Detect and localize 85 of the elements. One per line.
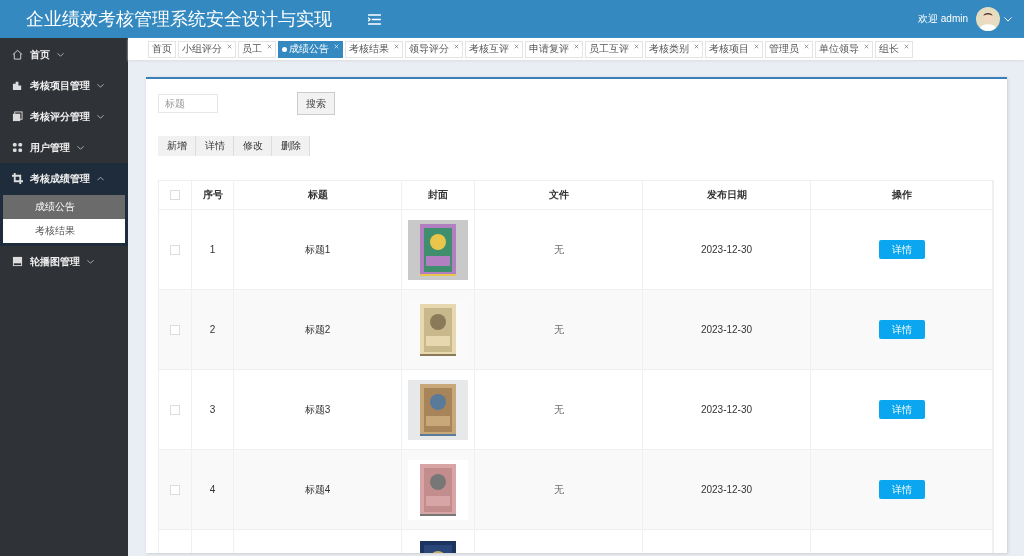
table-cell: 无: [553, 482, 564, 497]
close-icon[interactable]: [864, 43, 869, 49]
tab[interactable]: 单位领导: [815, 40, 873, 58]
close-icon[interactable]: [514, 43, 519, 49]
sidebar-item[interactable]: 首页: [0, 39, 128, 70]
caret-icon[interactable]: [1004, 16, 1012, 22]
table-cell: 2023-12-30: [700, 404, 753, 415]
tab[interactable]: 成绩公告: [278, 40, 343, 58]
checkbox[interactable]: [170, 324, 180, 335]
column-header: 发布日期: [706, 188, 747, 202]
search-field[interactable]: 标题: [158, 94, 218, 113]
table-cell: 2023-12-30: [700, 484, 753, 495]
close-icon[interactable]: [754, 43, 759, 49]
tab[interactable]: 首页: [148, 40, 176, 58]
checkbox[interactable]: [170, 404, 180, 415]
close-icon[interactable]: [394, 43, 399, 49]
table-cell: 标题4: [304, 482, 331, 497]
checkbox[interactable]: [170, 484, 180, 495]
checkbox[interactable]: [170, 244, 180, 255]
column-header: 操作: [891, 188, 912, 202]
table-cell: 标题3: [304, 402, 331, 417]
tab[interactable]: 考核类别: [645, 40, 703, 58]
column-header: 文件: [548, 188, 569, 202]
table-cell: 标题1: [304, 242, 331, 257]
search-button[interactable]: 搜索: [297, 92, 335, 115]
avatar-icon[interactable]: [976, 7, 1000, 31]
table-cell: 标题2: [304, 322, 331, 337]
bar-chart-icon: [12, 80, 23, 91]
table-cell: 2023-12-30: [700, 324, 753, 335]
action-button[interactable]: 新增: [158, 136, 196, 156]
crop-icon: [12, 173, 23, 184]
tab[interactable]: 员工: [238, 40, 276, 58]
close-icon[interactable]: [694, 43, 699, 49]
tab[interactable]: 管理员: [765, 40, 813, 58]
chevron-down-icon: [77, 145, 84, 150]
table-cell: 2023-12-30: [700, 244, 753, 255]
sidebar-item[interactable]: 考核成绩管理: [0, 163, 128, 194]
tab[interactable]: 领导评分: [405, 40, 463, 58]
chevron-down-icon: [97, 114, 104, 119]
action-button[interactable]: 删除: [272, 136, 310, 156]
table-cell: 无: [553, 242, 564, 257]
table-cell: 1: [209, 244, 216, 255]
chevron-down-icon: [57, 52, 64, 57]
home-icon: [12, 49, 23, 60]
close-icon[interactable]: [634, 43, 639, 49]
close-icon[interactable]: [804, 43, 809, 49]
chevron-down-icon: [87, 259, 94, 264]
app-title: 企业绩效考核管理系统安全设计与实现: [26, 8, 332, 31]
action-button[interactable]: 修改: [234, 136, 272, 156]
close-icon[interactable]: [267, 43, 272, 49]
dot-icon: [282, 46, 287, 52]
column-header: 封面: [428, 188, 448, 202]
close-icon[interactable]: [454, 43, 459, 49]
submenu-item[interactable]: 成绩公告: [3, 195, 125, 219]
chevron-up-icon: [97, 176, 104, 181]
menu-icon[interactable]: [368, 13, 381, 25]
table-cell: 无: [553, 402, 564, 417]
submenu-item[interactable]: 考核结果: [3, 219, 125, 243]
checkbox[interactable]: [170, 190, 180, 200]
close-icon[interactable]: [574, 43, 579, 49]
column-header: 序号: [202, 188, 223, 202]
close-icon[interactable]: [227, 43, 232, 49]
tab[interactable]: 考核项目: [705, 40, 763, 58]
tab[interactable]: 小组评分: [178, 40, 236, 58]
close-icon[interactable]: [904, 43, 909, 49]
copy-icon: [12, 111, 23, 122]
table-cell: 3: [209, 404, 216, 415]
sidebar-item[interactable]: 考核项目管理: [0, 70, 128, 101]
action-button[interactable]: 详情: [196, 136, 234, 156]
tab[interactable]: 申请复评: [525, 40, 583, 58]
table-cell: 2: [209, 324, 216, 335]
tab[interactable]: 组长: [875, 40, 913, 58]
sidebar-item[interactable]: 考核评分管理: [0, 101, 128, 132]
sidebar-item[interactable]: 用户管理: [0, 132, 128, 163]
tab[interactable]: 员工互评: [585, 40, 643, 58]
sidebar-item[interactable]: 轮播图管理: [0, 246, 128, 277]
welcome-text: 欢迎 admin: [918, 12, 968, 26]
grid-icon: [12, 142, 23, 153]
table-cell: 4: [209, 484, 216, 495]
image-icon: [12, 256, 23, 267]
tab[interactable]: 考核结果: [345, 40, 403, 58]
tab[interactable]: 考核互评: [465, 40, 523, 58]
chevron-down-icon: [97, 83, 104, 88]
table-cell: 无: [553, 322, 564, 337]
column-header: 标题: [307, 188, 328, 202]
